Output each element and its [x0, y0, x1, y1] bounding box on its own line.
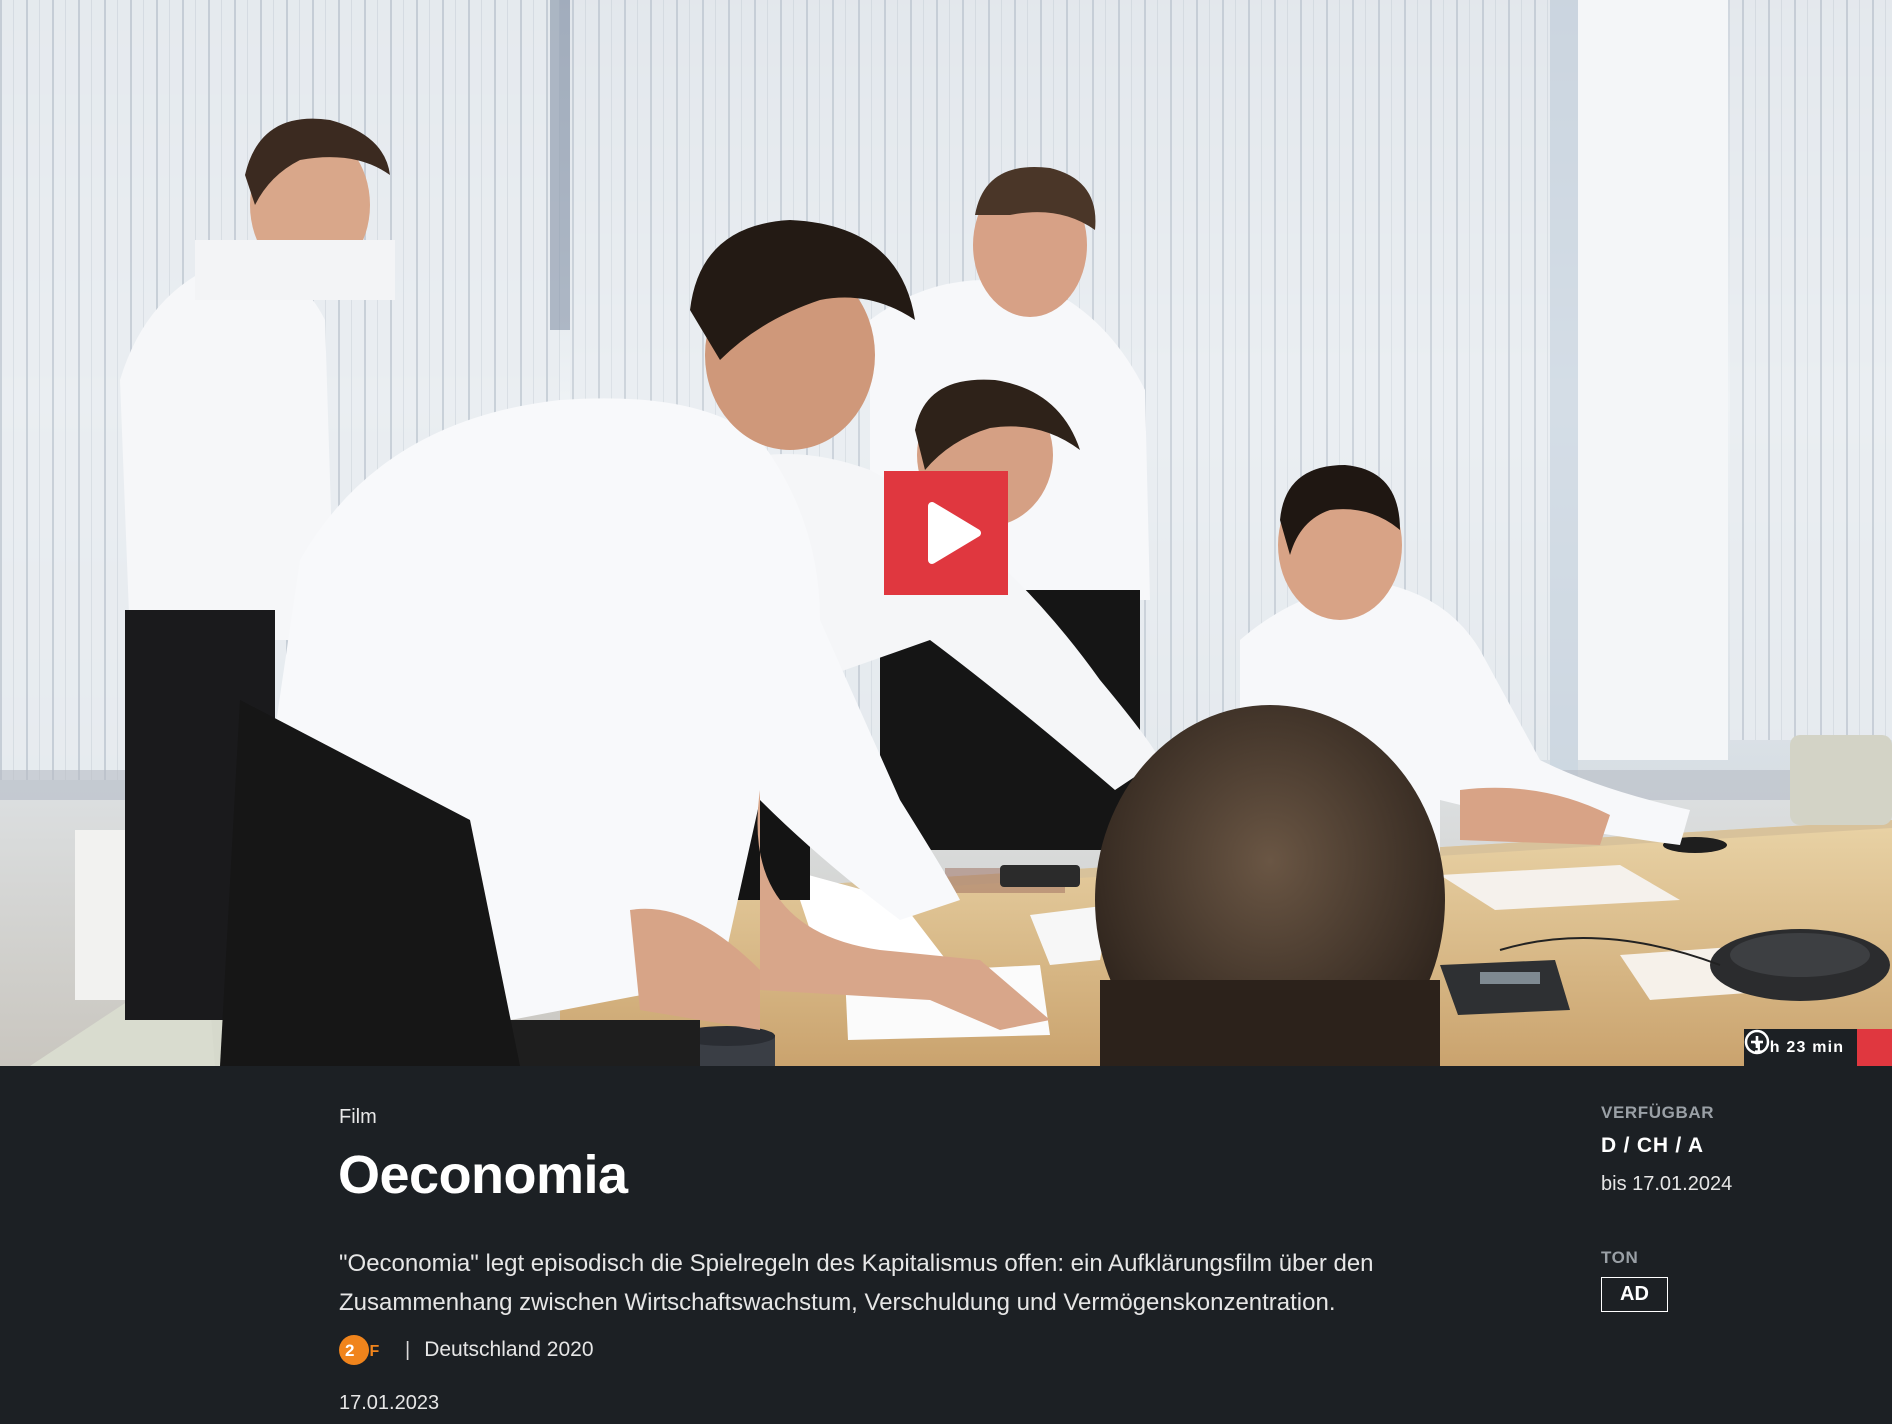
production-origin: Deutschland 2020	[424, 1338, 594, 1361]
zdf-logo: 2 DF	[339, 1334, 393, 1366]
meta-separator: |	[405, 1338, 411, 1361]
duration-badge: 1 h 23 min	[1744, 1029, 1892, 1066]
genre-label: Film	[339, 1106, 377, 1128]
video-hero[interactable]: 1 h 23 min	[0, 0, 1892, 1066]
svg-text:DF: DF	[358, 1343, 380, 1360]
plus-circle-icon	[1744, 1029, 1770, 1055]
audio-description-badge: AD	[1601, 1277, 1668, 1312]
description-text: "Oeconomia" legt episodisch die Spielreg…	[339, 1250, 1374, 1316]
page-title: Oeconomia	[338, 1145, 628, 1205]
detail-panel: Film Oeconomia "Oeconomia" legt episodis…	[0, 1066, 1892, 1424]
add-to-list-button[interactable]	[1744, 1029, 1892, 1066]
availability-label: VERFÜGBAR	[1601, 1103, 1715, 1122]
play-button[interactable]	[884, 471, 1008, 595]
availability-regions: D / CH / A	[1601, 1134, 1704, 1157]
air-date: 17.01.2023	[339, 1392, 440, 1414]
audio-label: TON	[1601, 1248, 1639, 1267]
svg-text:2: 2	[345, 1341, 354, 1360]
play-icon	[928, 502, 981, 564]
meta-row: 2 DF | Deutschland 2020	[339, 1334, 594, 1366]
availability-until: bis 17.01.2024	[1601, 1173, 1733, 1195]
